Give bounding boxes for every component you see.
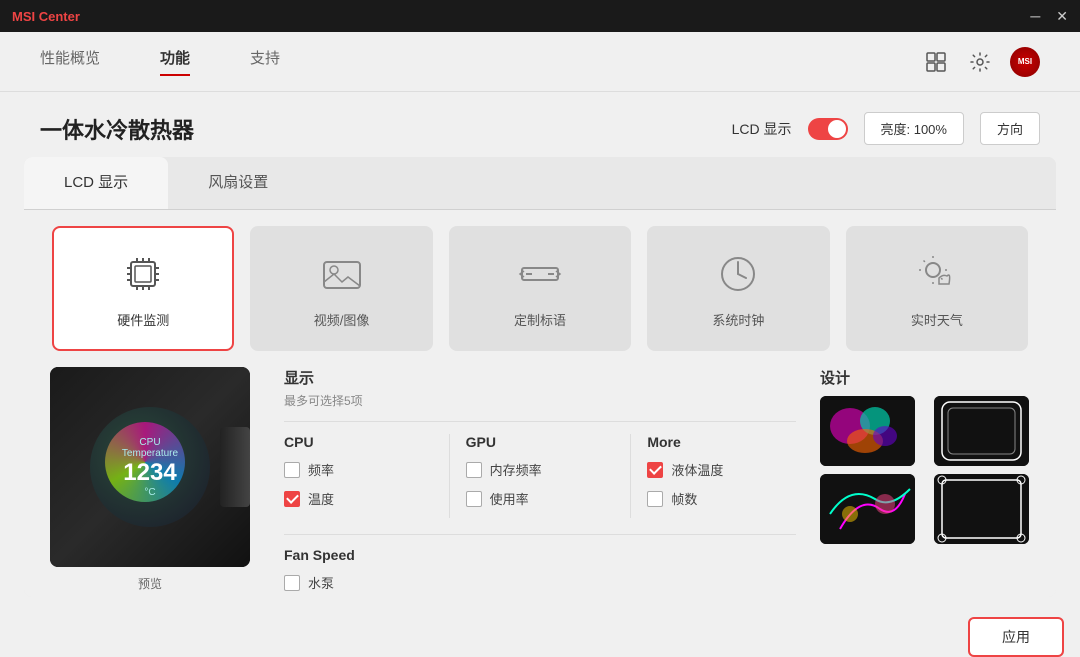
page-header: 一体水冷散热器 LCD 显示 亮度: 100% 方向 xyxy=(0,92,1080,157)
preview-device: CPUTemperature 1234 °C xyxy=(50,367,250,567)
bottom-section: CPUTemperature 1234 °C 预览 显示 最多可选择5项 CPU xyxy=(24,367,1056,597)
cb-liquid-temp-box[interactable] xyxy=(647,462,663,478)
grid-icon[interactable] xyxy=(922,48,950,76)
minimize-button[interactable]: ─ xyxy=(1030,8,1040,25)
icon-card-video[interactable]: 视频/图像 xyxy=(250,226,432,351)
design-section-title: 设计 xyxy=(820,367,1040,388)
display-settings: 显示 最多可选择5项 CPU 频率 温度 xyxy=(276,367,804,597)
page-title: 一体水冷散热器 xyxy=(40,113,194,145)
checkboxes-grid: CPU 频率 温度 GPU xyxy=(284,421,796,518)
display-section-title: 显示 xyxy=(284,367,796,388)
design-thumb-2[interactable] xyxy=(934,396,1029,466)
design-thumb-3[interactable] xyxy=(820,474,915,544)
preview-screen: CPUTemperature 1234 °C xyxy=(90,407,210,527)
apply-button[interactable]: 应用 xyxy=(968,617,1064,657)
sub-tab-fan[interactable]: 风扇设置 xyxy=(168,157,308,209)
cb-gpu-usage-box[interactable] xyxy=(466,491,482,507)
preview-area: CPUTemperature 1234 °C 预览 xyxy=(40,367,260,597)
apply-wrap: 应用 xyxy=(0,609,1080,657)
display-section-subtitle: 最多可选择5项 xyxy=(284,392,796,409)
cb-cpu-freq-label: 频率 xyxy=(308,460,334,479)
cpu-group-title: CPU xyxy=(284,434,433,450)
chip-icon xyxy=(117,248,169,300)
sub-tabs: LCD 显示 风扇设置 xyxy=(24,157,1056,210)
app-title: MSI Center xyxy=(12,9,80,24)
divider-2 xyxy=(630,434,631,518)
content-panel: LCD 显示 风扇设置 xyxy=(24,157,1056,597)
lcd-display-label: LCD 显示 xyxy=(732,119,792,139)
arrows-icon xyxy=(514,248,566,300)
icon-card-slogan-label: 定制标语 xyxy=(514,310,566,329)
cpu-group: CPU 频率 温度 xyxy=(284,434,433,518)
design-grid xyxy=(820,396,1040,544)
preview-caption: 预览 xyxy=(138,575,162,592)
settings-icon[interactable] xyxy=(966,48,994,76)
lcd-toggle[interactable] xyxy=(808,118,848,140)
cb-cpu-freq-box[interactable] xyxy=(284,462,300,478)
top-nav: 性能概览 功能 支持 MSI xyxy=(0,32,1080,92)
icon-card-weather-label: 实时天气 xyxy=(911,310,963,329)
icon-card-slogan[interactable]: 定制标语 xyxy=(449,226,631,351)
toggle-knob xyxy=(828,120,846,138)
cb-pump-label: 水泵 xyxy=(308,573,334,592)
more-group-title: More xyxy=(647,434,796,450)
design-thumb-1[interactable] xyxy=(820,396,915,466)
icon-row: 硬件监测 视频/图像 定制标语 xyxy=(24,210,1056,367)
cb-gpu-usage-label: 使用率 xyxy=(490,489,529,508)
preview-metric-label: CPUTemperature xyxy=(122,437,178,459)
divider-1 xyxy=(449,434,450,518)
design-panel: 设计 xyxy=(820,367,1040,597)
icon-card-clock-label: 系统时钟 xyxy=(712,310,764,329)
icon-card-video-label: 视频/图像 xyxy=(314,310,370,329)
weather-icon xyxy=(911,248,963,300)
nav-tab-perf[interactable]: 性能概览 xyxy=(40,47,100,76)
nav-tab-support[interactable]: 支持 xyxy=(250,47,280,76)
design-thumb-4[interactable] xyxy=(934,474,1029,544)
cb-gpu-memfreq-box[interactable] xyxy=(466,462,482,478)
sub-tab-lcd[interactable]: LCD 显示 xyxy=(24,157,168,209)
title-bar: MSI Center ─ ✕ xyxy=(0,0,1080,32)
cb-liquid-temp[interactable]: 液体温度 xyxy=(647,460,796,479)
user-avatar[interactable]: MSI xyxy=(1010,47,1040,77)
cb-fps-label: 帧数 xyxy=(671,489,697,508)
preview-metric-value: 1234 xyxy=(123,459,176,487)
cb-cpu-freq[interactable]: 频率 xyxy=(284,460,433,479)
icon-card-hardware-label: 硬件监测 xyxy=(117,310,169,329)
cb-pump-box[interactable] xyxy=(284,575,300,591)
icon-card-weather[interactable]: 实时天气 xyxy=(846,226,1028,351)
fan-group: Fan Speed 水泵 冷排风扇 水冷头风扇 xyxy=(284,534,796,597)
icon-card-clock[interactable]: 系统时钟 xyxy=(647,226,829,351)
gpu-group-title: GPU xyxy=(466,434,615,450)
clock-icon xyxy=(712,248,764,300)
cb-pump[interactable]: 水泵 xyxy=(284,573,796,592)
nav-tab-func[interactable]: 功能 xyxy=(160,47,190,76)
icon-card-hardware[interactable]: 硬件监测 xyxy=(52,226,234,351)
cb-fps[interactable]: 帧数 xyxy=(647,489,796,508)
preview-metric-unit: °C xyxy=(144,487,155,498)
cb-gpu-memfreq-label: 内存频率 xyxy=(490,460,542,479)
direction-button[interactable]: 方向 xyxy=(980,112,1040,145)
gpu-group: GPU 内存频率 使用率 xyxy=(466,434,615,518)
brightness-button[interactable]: 亮度: 100% xyxy=(864,112,964,145)
cb-cpu-temp-label: 温度 xyxy=(308,489,334,508)
more-group: More 液体温度 帧数 xyxy=(647,434,796,518)
cb-gpu-usage[interactable]: 使用率 xyxy=(466,489,615,508)
image-icon xyxy=(316,248,368,300)
cb-liquid-temp-label: 液体温度 xyxy=(671,460,723,479)
cb-cpu-temp[interactable]: 温度 xyxy=(284,489,433,508)
nav-tabs: 性能概览 功能 支持 xyxy=(40,47,280,76)
cb-cpu-temp-box[interactable] xyxy=(284,491,300,507)
fan-group-title: Fan Speed xyxy=(284,547,796,563)
cb-fps-box[interactable] xyxy=(647,491,663,507)
cb-gpu-memfreq[interactable]: 内存频率 xyxy=(466,460,615,479)
close-button[interactable]: ✕ xyxy=(1056,8,1068,25)
